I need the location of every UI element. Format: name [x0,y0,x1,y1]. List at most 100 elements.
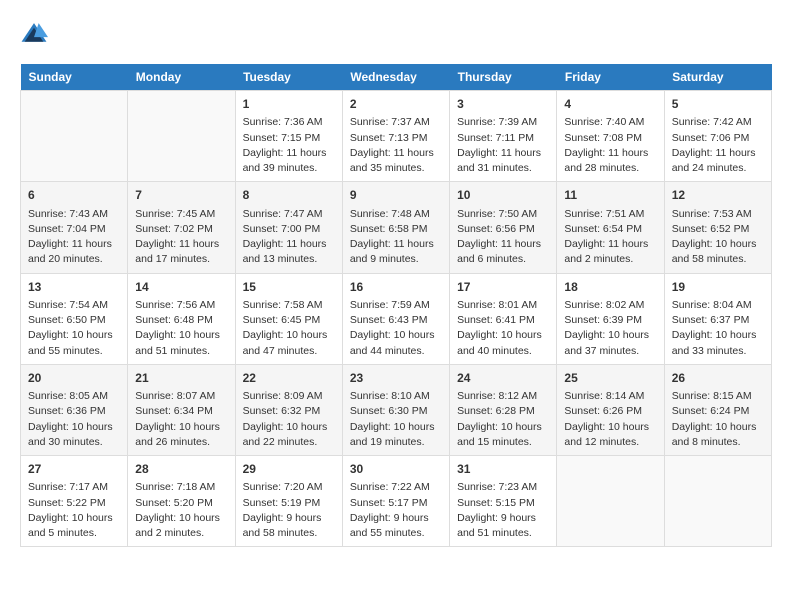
day-detail: Sunset: 6:30 PM [350,404,442,419]
calendar-cell: 4Sunrise: 7:40 AMSunset: 7:08 PMDaylight… [557,91,664,182]
day-detail: Sunset: 5:17 PM [350,496,442,511]
day-detail: Sunrise: 7:59 AM [350,298,442,313]
calendar-cell: 5Sunrise: 7:42 AMSunset: 7:06 PMDaylight… [664,91,771,182]
calendar-cell: 6Sunrise: 7:43 AMSunset: 7:04 PMDaylight… [21,182,128,273]
day-detail: Sunset: 6:45 PM [243,313,335,328]
day-detail: Sunrise: 8:01 AM [457,298,549,313]
day-detail: Sunrise: 8:02 AM [564,298,656,313]
calendar-cell: 25Sunrise: 8:14 AMSunset: 6:26 PMDayligh… [557,364,664,455]
calendar-cell: 12Sunrise: 7:53 AMSunset: 6:52 PMDayligh… [664,182,771,273]
day-detail: Sunrise: 7:42 AM [672,115,764,130]
day-number: 15 [243,279,335,296]
calendar-week-row: 27Sunrise: 7:17 AMSunset: 5:22 PMDayligh… [21,456,772,547]
day-detail: Daylight: 10 hours and 47 minutes. [243,328,335,358]
day-number: 11 [564,187,656,204]
calendar-week-row: 1Sunrise: 7:36 AMSunset: 7:15 PMDaylight… [21,91,772,182]
day-detail: Daylight: 10 hours and 55 minutes. [28,328,120,358]
calendar-cell: 13 Sunrise: 7:54 AMSunset: 6:50 PMDayligh… [21,273,128,364]
day-detail: Sunrise: 8:15 AM [672,389,764,404]
day-number: 24 [457,370,549,387]
day-number: 6 [28,187,120,204]
day-number: 1 [243,96,335,113]
day-detail: Sunset: 6:48 PM [135,313,227,328]
day-number: 4 [564,96,656,113]
logo [20,20,52,48]
weekday-header: Monday [128,64,235,91]
day-detail: Daylight: 11 hours and 9 minutes. [350,237,442,267]
day-detail: Sunset: 6:56 PM [457,222,549,237]
day-detail: Sunrise: 8:12 AM [457,389,549,404]
day-detail: Sunrise: 7:39 AM [457,115,549,130]
calendar-cell: 14Sunrise: 7:56 AMSunset: 6:48 PMDayligh… [128,273,235,364]
day-detail: Sunrise: 7:53 AM [672,207,764,222]
day-detail: Sunrise: 8:09 AM [243,389,335,404]
day-detail: Daylight: 10 hours and 51 minutes. [135,328,227,358]
calendar-cell [664,456,771,547]
day-number: 27 [28,461,120,478]
day-detail: Sunrise: 7:23 AM [457,480,549,495]
day-detail: Sunset: 6:58 PM [350,222,442,237]
day-detail: Sunset: 7:13 PM [350,131,442,146]
calendar-cell: 15Sunrise: 7:58 AMSunset: 6:45 PMDayligh… [235,273,342,364]
weekday-header: Thursday [450,64,557,91]
day-detail: Sunrise: 8:04 AM [672,298,764,313]
day-detail: Daylight: 10 hours and 19 minutes. [350,420,442,450]
day-number: 19 [672,279,764,296]
day-number: 10 [457,187,549,204]
calendar-cell: 23 Sunrise: 8:10 AMSunset: 6:30 PMDayligh… [342,364,449,455]
calendar-cell: 1 Sunrise: 7:36 AMSunset: 7:15 PMDaylight… [235,91,342,182]
day-number: 13 [28,279,120,296]
calendar-cell: 27Sunrise: 7:17 AMSunset: 5:22 PMDayligh… [21,456,128,547]
day-detail: Sunset: 6:37 PM [672,313,764,328]
logo-icon [20,20,48,48]
calendar-cell: 29Sunrise: 7:20 AMSunset: 5:19 PMDayligh… [235,456,342,547]
day-detail: Daylight: 9 hours and 55 minutes. [350,511,442,541]
day-number: 17 [457,279,549,296]
day-detail: Daylight: 9 hours and 51 minutes. [457,511,549,541]
day-detail: Sunset: 6:32 PM [243,404,335,419]
day-detail: Daylight: 10 hours and 2 minutes. [135,511,227,541]
day-number: 20 [28,370,120,387]
weekday-header: Saturday [664,64,771,91]
day-number: 8 [243,187,335,204]
day-detail: Sunset: 7:15 PM [243,131,335,146]
day-detail: Daylight: 11 hours and 20 minutes. [28,237,120,267]
day-detail: Daylight: 11 hours and 2 minutes. [564,237,656,267]
day-detail: Daylight: 11 hours and 39 minutes. [243,146,335,176]
day-detail: Sunrise: 7:18 AM [135,480,227,495]
day-detail: Sunset: 5:15 PM [457,496,549,511]
day-detail: Daylight: 11 hours and 24 minutes. [672,146,764,176]
calendar-cell [128,91,235,182]
day-detail: Daylight: 11 hours and 17 minutes. [135,237,227,267]
weekday-header: Tuesday [235,64,342,91]
calendar-cell: 28 Sunrise: 7:18 AMSunset: 5:20 PMDayligh… [128,456,235,547]
calendar-cell: 2Sunrise: 7:37 AMSunset: 7:13 PMDaylight… [342,91,449,182]
calendar-cell: 22Sunrise: 8:09 AMSunset: 6:32 PMDayligh… [235,364,342,455]
day-detail: Daylight: 10 hours and 37 minutes. [564,328,656,358]
day-detail: Sunrise: 7:36 AM [243,115,335,130]
day-detail: Sunrise: 7:48 AM [350,207,442,222]
day-detail: Sunset: 7:11 PM [457,131,549,146]
day-number: 16 [350,279,442,296]
day-detail: Daylight: 10 hours and 5 minutes. [28,511,120,541]
day-detail: Sunset: 5:20 PM [135,496,227,511]
calendar-body: 1Sunrise: 7:36 AMSunset: 7:15 PMDaylight… [21,91,772,547]
day-detail: Sunset: 6:50 PM [28,313,120,328]
day-number: 5 [672,96,764,113]
day-detail: Sunrise: 7:51 AM [564,207,656,222]
day-detail: Sunrise: 8:10 AM [350,389,442,404]
day-detail: Daylight: 9 hours and 58 minutes. [243,511,335,541]
day-number: 9 [350,187,442,204]
weekday-header: Wednesday [342,64,449,91]
calendar-cell: 20Sunrise: 8:05 AMSunset: 6:36 PMDayligh… [21,364,128,455]
day-detail: Sunrise: 7:37 AM [350,115,442,130]
calendar-cell [21,91,128,182]
calendar-cell: 17Sunrise: 8:01 AMSunset: 6:41 PMDayligh… [450,273,557,364]
day-number: 23 [350,370,442,387]
calendar-week-row: 6Sunrise: 7:43 AMSunset: 7:04 PMDaylight… [21,182,772,273]
day-detail: Daylight: 10 hours and 15 minutes. [457,420,549,450]
day-number: 28 [135,461,227,478]
day-detail: Sunrise: 7:54 AM [28,298,120,313]
weekday-header: Friday [557,64,664,91]
weekday-row: SundayMondayTuesdayWednesdayThursdayFrid… [21,64,772,91]
